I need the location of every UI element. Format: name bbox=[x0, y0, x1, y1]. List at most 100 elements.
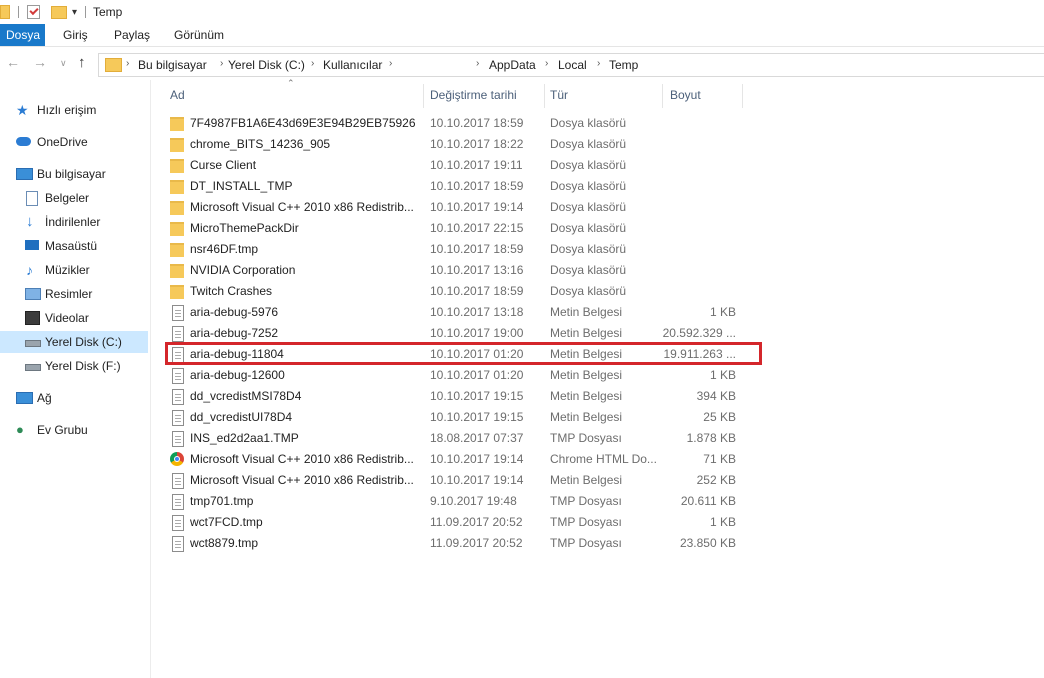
file-row[interactable]: chrome_BITS_14236_905 10.10.2017 18:22 Dos… bbox=[162, 134, 762, 155]
breadcrumb-item[interactable]: Temp bbox=[609, 58, 638, 72]
chevron-right-icon[interactable]: › bbox=[220, 58, 223, 69]
file-type: Dosya klasörü bbox=[550, 158, 627, 172]
back-icon[interactable]: ← bbox=[6, 54, 20, 70]
folder-icon bbox=[105, 58, 122, 72]
file-type: Dosya klasörü bbox=[550, 116, 627, 130]
download-icon: ↓ bbox=[26, 213, 34, 230]
forward-icon[interactable]: → bbox=[33, 54, 47, 70]
nav-item-music[interactable]: ♪ Müzikler bbox=[0, 259, 148, 281]
toolbar-separator bbox=[85, 6, 87, 18]
nav-label: Ağ bbox=[37, 391, 52, 405]
recent-chevron-icon[interactable]: ∨ bbox=[60, 58, 67, 69]
breadcrumb-item[interactable]: Kullanıcılar bbox=[323, 58, 382, 72]
text-file-icon bbox=[172, 410, 184, 426]
chevron-right-icon[interactable]: › bbox=[311, 58, 314, 69]
file-row[interactable]: wct8879.tmp 11.09.2017 20:52 TMP Dosyası 23… bbox=[162, 533, 762, 554]
nav-item-local-disk-f[interactable]: Yerel Disk (F:) bbox=[0, 355, 148, 377]
nav-label: OneDrive bbox=[37, 135, 88, 149]
drive-icon bbox=[25, 364, 41, 371]
file-date: 10.10.2017 13:16 bbox=[430, 263, 524, 277]
chevron-right-icon[interactable]: › bbox=[126, 58, 129, 69]
file-row[interactable]: Microsoft Visual C++ 2010 x86 Redistrib.… bbox=[162, 197, 762, 218]
breadcrumb-item[interactable]: Local bbox=[558, 58, 587, 72]
file-row[interactable]: aria-debug-5976 10.10.2017 13:18 Metin Bel… bbox=[162, 302, 762, 323]
file-name: tmp701.tmp bbox=[190, 494, 254, 508]
nav-item-homegroup[interactable]: ● Ev Grubu bbox=[0, 419, 148, 441]
file-row[interactable]: Curse Client 10.10.2017 19:11 Dosya klasör… bbox=[162, 155, 762, 176]
chevron-right-icon[interactable]: › bbox=[545, 58, 548, 69]
column-header-size[interactable]: Boyut bbox=[670, 84, 701, 108]
up-icon[interactable]: ↑ bbox=[78, 54, 86, 71]
chevron-right-icon[interactable]: › bbox=[389, 58, 392, 69]
file-type: TMP Dosyası bbox=[550, 431, 622, 445]
column-header-type[interactable]: Tür bbox=[550, 84, 568, 108]
nav-item-local-disk-c[interactable]: Yerel Disk (C:) bbox=[0, 331, 148, 353]
file-type: Dosya klasörü bbox=[550, 179, 627, 193]
tab-paylas[interactable]: Paylaş bbox=[114, 24, 150, 46]
nav-item-this-pc[interactable]: Bu bilgisayar bbox=[0, 163, 148, 185]
chevron-right-icon[interactable]: › bbox=[476, 58, 479, 69]
file-name: wct7FCD.tmp bbox=[190, 515, 263, 529]
file-type: Dosya klasörü bbox=[550, 137, 627, 151]
file-row[interactable]: Twitch Crashes 10.10.2017 18:59 Dosya klas… bbox=[162, 281, 762, 302]
file-date: 18.08.2017 07:37 bbox=[430, 431, 524, 445]
nav-item-desktop[interactable]: Masaüstü bbox=[0, 235, 148, 257]
file-row[interactable]: nsr46DF.tmp 10.10.2017 18:59 Dosya klasörü bbox=[162, 239, 762, 260]
file-row[interactable]: aria-debug-12600 10.10.2017 01:20 Metin Be… bbox=[162, 365, 762, 386]
file-row[interactable]: INS_ed2d2aa1.TMP 18.08.2017 07:37 TMP Dosy… bbox=[162, 428, 762, 449]
address-bar[interactable]: › Bu bilgisayar › Yerel Disk (C:) › Kull… bbox=[98, 53, 1044, 77]
column-divider[interactable] bbox=[742, 84, 743, 108]
file-row[interactable]: aria-debug-7252 10.10.2017 19:00 Metin Bel… bbox=[162, 323, 762, 344]
new-folder-icon[interactable] bbox=[51, 5, 67, 19]
column-divider[interactable] bbox=[423, 84, 424, 108]
file-row[interactable]: Microsoft Visual C++ 2010 x86 Redistrib.… bbox=[162, 449, 762, 470]
ribbon: Dosya Giriş Paylaş Görünüm bbox=[0, 24, 1044, 47]
file-type: Metin Belgesi bbox=[550, 473, 623, 487]
file-row[interactable]: dd_vcredistMSI78D4 10.10.2017 19:15 Metin … bbox=[162, 386, 762, 407]
nav-item-onedrive[interactable]: OneDrive bbox=[0, 131, 148, 153]
file-row[interactable]: NVIDIA Corporation 10.10.2017 13:16 Dosya … bbox=[162, 260, 762, 281]
text-file-icon bbox=[172, 326, 184, 342]
column-divider[interactable] bbox=[544, 84, 545, 108]
properties-icon[interactable] bbox=[27, 5, 40, 19]
file-date: 10.10.2017 22:15 bbox=[430, 221, 524, 235]
nav-item-downloads[interactable]: ↓ İndirilenler bbox=[0, 211, 148, 233]
nav-item-network[interactable]: Ağ bbox=[0, 387, 148, 409]
tab-gorunum[interactable]: Görünüm bbox=[174, 24, 224, 46]
quick-access-toolbar: ▾ bbox=[0, 4, 87, 20]
chevron-right-icon[interactable]: › bbox=[597, 58, 600, 69]
breadcrumb-item[interactable]: Yerel Disk (C:) bbox=[228, 58, 305, 72]
text-file-icon bbox=[172, 473, 184, 489]
column-divider[interactable] bbox=[662, 84, 663, 108]
highlight-box bbox=[165, 342, 762, 365]
column-header-date[interactable]: Değiştirme tarihi bbox=[430, 84, 517, 108]
file-row[interactable]: 7F4987FB1A6E43d69E3E94B29EB75926 10.10.20… bbox=[162, 113, 762, 134]
file-row[interactable]: Microsoft Visual C++ 2010 x86 Redistrib.… bbox=[162, 470, 762, 491]
nav-item-videos[interactable]: Videolar bbox=[0, 307, 148, 329]
nav-item-pictures[interactable]: Resimler bbox=[0, 283, 148, 305]
tab-dosya[interactable]: Dosya bbox=[0, 24, 45, 46]
computer-icon bbox=[16, 168, 33, 180]
nav-item-quick-access[interactable]: ★ Hızlı erişim bbox=[0, 99, 148, 121]
breadcrumb-item[interactable]: AppData bbox=[489, 58, 536, 72]
file-name: INS_ed2d2aa1.TMP bbox=[190, 431, 299, 445]
column-header-name[interactable]: Ad bbox=[170, 84, 185, 108]
chevron-down-icon[interactable]: ▾ bbox=[72, 7, 77, 18]
file-row[interactable]: dd_vcredistUI78D4 10.10.2017 19:15 Metin B… bbox=[162, 407, 762, 428]
file-date: 10.10.2017 18:59 bbox=[430, 179, 524, 193]
tab-giris[interactable]: Giriş bbox=[63, 24, 88, 46]
file-type: TMP Dosyası bbox=[550, 536, 622, 550]
nav-label: Hızlı erişim bbox=[37, 103, 97, 117]
folder-icon bbox=[170, 264, 184, 278]
file-type: TMP Dosyası bbox=[550, 515, 622, 529]
nav-item-documents[interactable]: Belgeler bbox=[0, 187, 148, 209]
breadcrumb-item[interactable]: Bu bilgisayar bbox=[138, 58, 207, 72]
file-row[interactable]: MicroThemePackDir 10.10.2017 22:15 Dosya k… bbox=[162, 218, 762, 239]
file-row[interactable]: wct7FCD.tmp 11.09.2017 20:52 TMP Dosyası 1 … bbox=[162, 512, 762, 533]
file-name: dd_vcredistMSI78D4 bbox=[190, 389, 302, 403]
file-name: Microsoft Visual C++ 2010 x86 Redistrib.… bbox=[190, 473, 414, 487]
file-type: Chrome HTML Do... bbox=[550, 452, 657, 466]
file-row[interactable]: DT_INSTALL_TMP 10.10.2017 18:59 Dosya klas… bbox=[162, 176, 762, 197]
nav-label: Resimler bbox=[45, 287, 93, 301]
file-row[interactable]: tmp701.tmp 9.10.2017 19:48 TMP Dosyası 20.6… bbox=[162, 491, 762, 512]
